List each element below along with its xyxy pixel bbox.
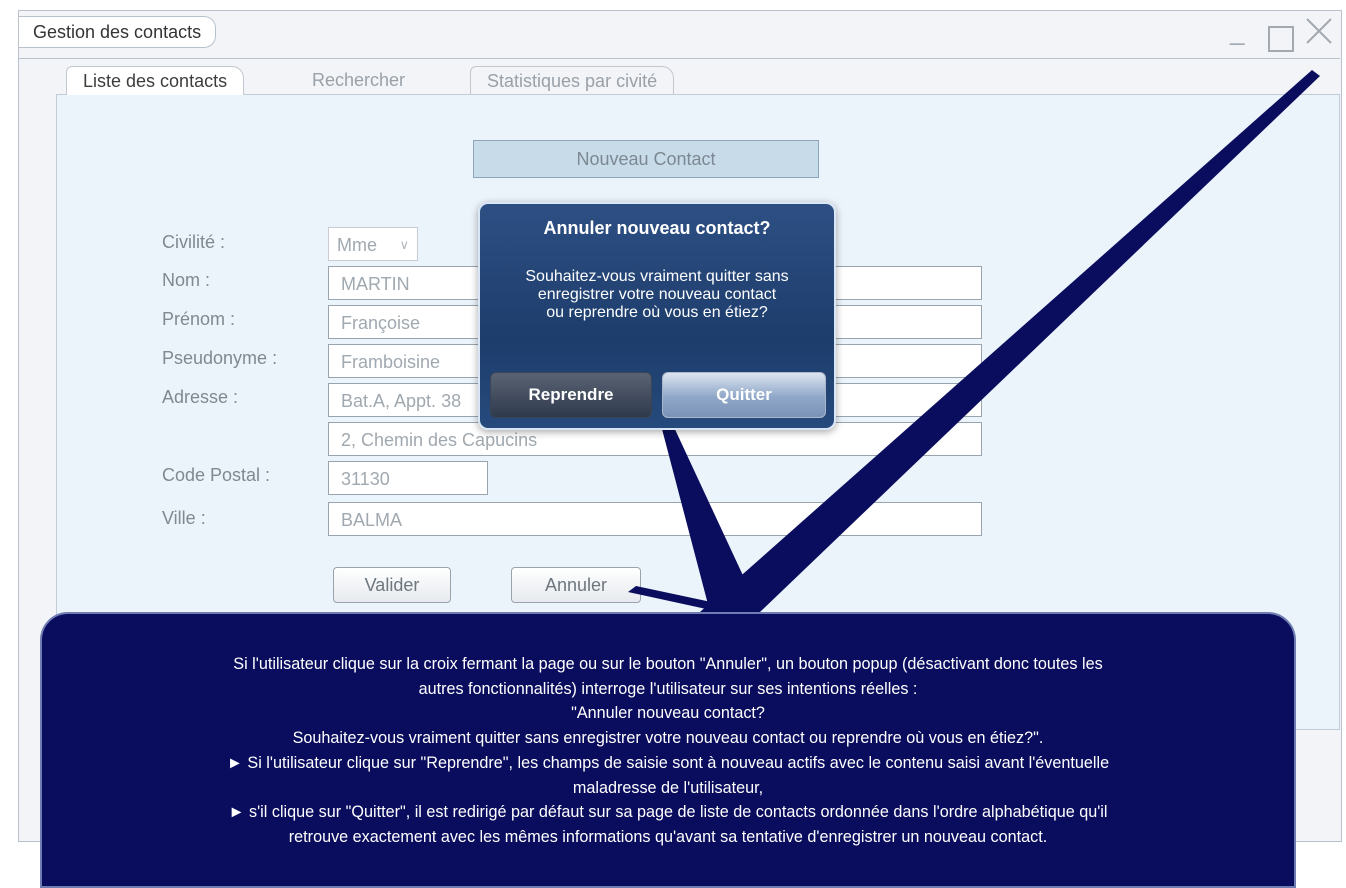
reprendre-button[interactable]: Reprendre: [490, 372, 652, 418]
annotation-line: Souhaitez-vous vraiment quitter sans enr…: [292, 729, 1044, 748]
cancel-dialog: Annuler nouveau contact? Souhaitez-vous …: [478, 202, 836, 430]
annotation-line: "Annuler nouveau contact?: [571, 704, 765, 723]
annotation-line: Si l'utilisateur clique sur la croix fer…: [233, 655, 1103, 673]
annotation-line: ► s'il clique sur "Quitter", il est redi…: [228, 803, 1108, 822]
dialog-message: Souhaitez-vous vraiment quitter sans enr…: [486, 268, 828, 322]
annotation-line: retrouve exactement avec les mêmes infor…: [288, 827, 1048, 846]
tab-liste-des-contacts[interactable]: Liste des contacts: [66, 66, 245, 95]
annotation-line: autres fonctionnalités) interroge l'util…: [418, 679, 918, 698]
dialog-message-line: ou reprendre où vous en étiez?: [546, 304, 768, 321]
dialog-title: Annuler nouveau contact?: [543, 218, 771, 238]
quitter-button[interactable]: Quitter: [662, 372, 826, 418]
dialog-message-line: enregistrer votre nouveau contact: [537, 286, 777, 303]
annotation-line: ► Si l'utilisateur clique sur "Reprendre…: [226, 753, 1110, 772]
annotation-line: maladresse de l'utilisateur,: [572, 778, 764, 797]
dialog-message-line: Souhaitez-vous vraiment quitter sans: [525, 268, 789, 285]
annotation-text: Si l'utilisateur clique sur la croix fer…: [56, 652, 1280, 850]
